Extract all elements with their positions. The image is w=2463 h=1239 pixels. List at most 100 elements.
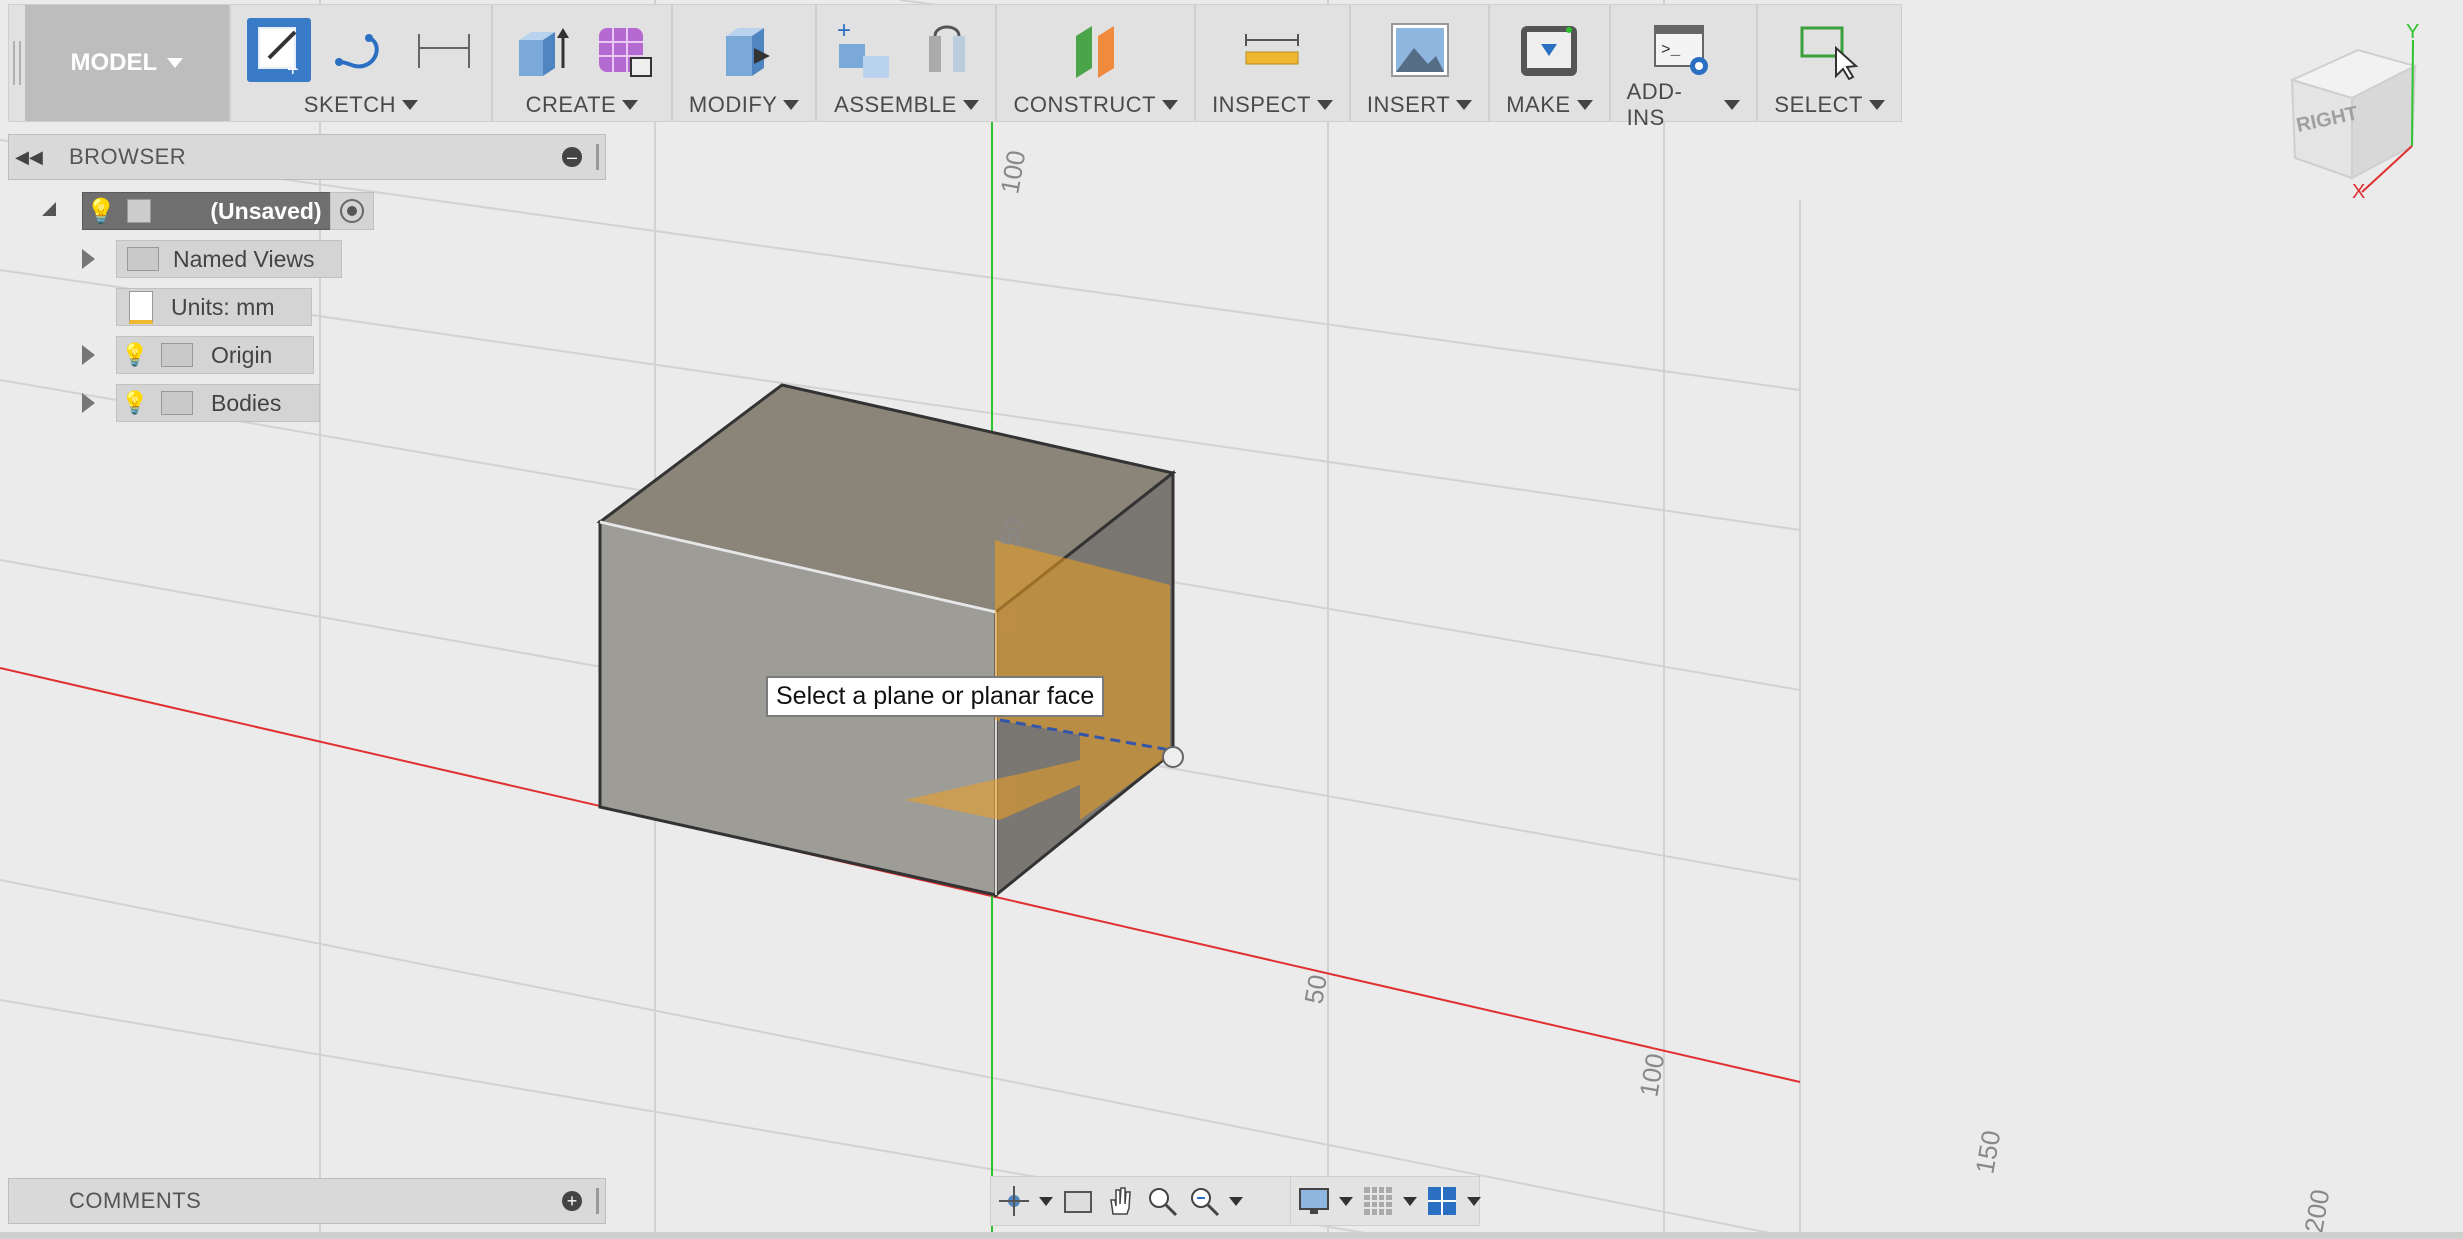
lightbulb-icon[interactable]: 💡 (83, 197, 119, 226)
sketch-menu[interactable]: SKETCH (304, 89, 419, 121)
workspace-switcher[interactable]: MODEL (24, 5, 231, 121)
minimize-icon[interactable]: – (562, 147, 582, 167)
zoom-button[interactable] (1145, 1184, 1179, 1218)
axis-label-h50: 50 (1298, 972, 1333, 1006)
axis-label-v100: 100 (994, 148, 1031, 196)
workspace-label: MODEL (70, 49, 158, 76)
create-menu[interactable]: CREATE (526, 89, 639, 121)
folder-icon (161, 343, 193, 367)
insert-label: INSERT (1366, 92, 1451, 117)
collapse-left-icon[interactable]: ◀◀ (9, 147, 49, 168)
panel-grip[interactable] (596, 144, 599, 170)
modify-menu[interactable]: MODIFY (689, 89, 800, 121)
chevron-down-icon (1868, 100, 1885, 110)
pan-hand-icon (1110, 1187, 1131, 1215)
comments-panel-header[interactable]: COMMENTS + (8, 1178, 606, 1224)
chevron-down-icon (402, 100, 419, 110)
pan-button[interactable] (1103, 1184, 1137, 1218)
display-settings-bar (1290, 1176, 1481, 1226)
create-sketch-button[interactable]: + (246, 18, 311, 82)
chevron-down-icon (962, 100, 979, 110)
grid-icon (1364, 1187, 1392, 1215)
create-group: CREATE (493, 5, 673, 121)
insert-menu[interactable]: INSERT (1366, 89, 1473, 121)
view-cube[interactable]: RIGHT Y X (2289, 21, 2419, 203)
toolbar-grip[interactable] (9, 5, 25, 121)
chevron-down-icon[interactable] (1467, 1196, 1481, 1206)
select-menu[interactable]: SELECT (1774, 89, 1885, 121)
chevron-down-icon (1162, 100, 1179, 110)
panel-grip[interactable] (596, 1188, 599, 1214)
offset-plane-button[interactable] (1064, 18, 1128, 82)
tree-item-bodies[interactable]: 💡 Bodies (116, 384, 320, 422)
tree-collapse-icon[interactable] (42, 202, 56, 216)
extrude-button[interactable] (509, 18, 573, 82)
tree-item-named-views[interactable]: Named Views (116, 240, 342, 278)
folder-icon (127, 247, 159, 271)
joint-button[interactable] (915, 18, 979, 82)
chevron-down-icon[interactable] (1229, 1196, 1243, 1206)
assemble-menu[interactable]: ASSEMBLE (834, 89, 979, 121)
chevron-down-icon[interactable] (1403, 1196, 1417, 1206)
pivot-point[interactable] (1162, 746, 1184, 768)
select-icon (1800, 26, 1859, 81)
construct-menu[interactable]: CONSTRUCT (1013, 89, 1179, 121)
lightbulb-icon[interactable]: 💡 (117, 390, 153, 416)
offset-plane-icon (1075, 26, 1114, 78)
display-settings-button[interactable] (1297, 1184, 1331, 1218)
tree-item-origin[interactable]: 💡 Origin (116, 336, 314, 374)
axis-label-v50: 50 (994, 515, 1029, 549)
create-form-button[interactable] (591, 18, 655, 82)
activate-radio[interactable] (330, 192, 374, 230)
image-icon (1390, 23, 1449, 77)
grid-settings-button[interactable] (1361, 1184, 1395, 1218)
sketch-dimension-button[interactable] (411, 18, 475, 82)
chevron-down-icon (167, 58, 184, 68)
tree-expand-icon[interactable] (82, 393, 95, 413)
orbit-button[interactable] (997, 1184, 1031, 1218)
browser-panel-header[interactable]: ◀◀ BROWSER – (8, 134, 606, 180)
3d-print-button[interactable] (1517, 18, 1581, 82)
orbit-icon (999, 1186, 1029, 1216)
look-at-button[interactable] (1061, 1184, 1095, 1218)
sketch-group: + SKETCH (231, 5, 493, 121)
inspect-menu[interactable]: INSPECT (1212, 89, 1333, 121)
fit-button[interactable] (1187, 1184, 1221, 1218)
chevron-down-icon (1316, 100, 1333, 110)
press-pull-button[interactable] (712, 18, 776, 82)
viewport-canvas[interactable]: 100 50 50 100 150 200 RIGHT Y X (0, 0, 2463, 1239)
add-ins-menu[interactable]: ADD-INS (1627, 79, 1741, 130)
viewports-button[interactable] (1425, 1184, 1459, 1218)
svg-text:>_: >_ (1661, 41, 1681, 59)
construct-label: CONSTRUCT (1013, 92, 1157, 117)
insert-image-button[interactable] (1388, 18, 1452, 82)
extrude-icon (518, 28, 569, 76)
new-component-button[interactable]: + (833, 17, 897, 82)
tree-expand-icon[interactable] (82, 249, 95, 269)
axis-label-h150: 150 (1969, 1128, 2006, 1176)
scripts-add-ins-button[interactable]: >_ (1651, 18, 1715, 82)
create-label: CREATE (525, 92, 617, 117)
viewports-icon (1428, 1187, 1456, 1215)
assemble-group: + ASSEMBLE (817, 5, 998, 121)
viewport-tooltip: Select a plane or planar face (766, 676, 1105, 717)
select-button[interactable] (1798, 18, 1862, 82)
select-label: SELECT (1774, 92, 1863, 117)
tree-item-units[interactable]: Units: mm (116, 288, 312, 326)
add-comment-icon[interactable]: + (562, 1191, 582, 1211)
modify-group: MODIFY (673, 5, 818, 121)
make-menu[interactable]: MAKE (1506, 89, 1593, 121)
measure-button[interactable] (1240, 18, 1304, 82)
chevron-down-icon[interactable] (1039, 1196, 1053, 1206)
select-group: SELECT (1758, 5, 1901, 121)
folder-icon (161, 391, 193, 415)
spline-button[interactable] (329, 18, 393, 82)
chevron-down-icon[interactable] (1339, 1196, 1353, 1206)
tree-expand-icon[interactable] (82, 345, 95, 365)
spline-icon (334, 34, 379, 69)
chevron-down-icon (1724, 100, 1741, 110)
navigation-bar (990, 1176, 1292, 1226)
origin-label: Origin (211, 341, 273, 368)
insert-group: INSERT (1351, 5, 1491, 121)
lightbulb-icon[interactable]: 💡 (117, 342, 153, 368)
